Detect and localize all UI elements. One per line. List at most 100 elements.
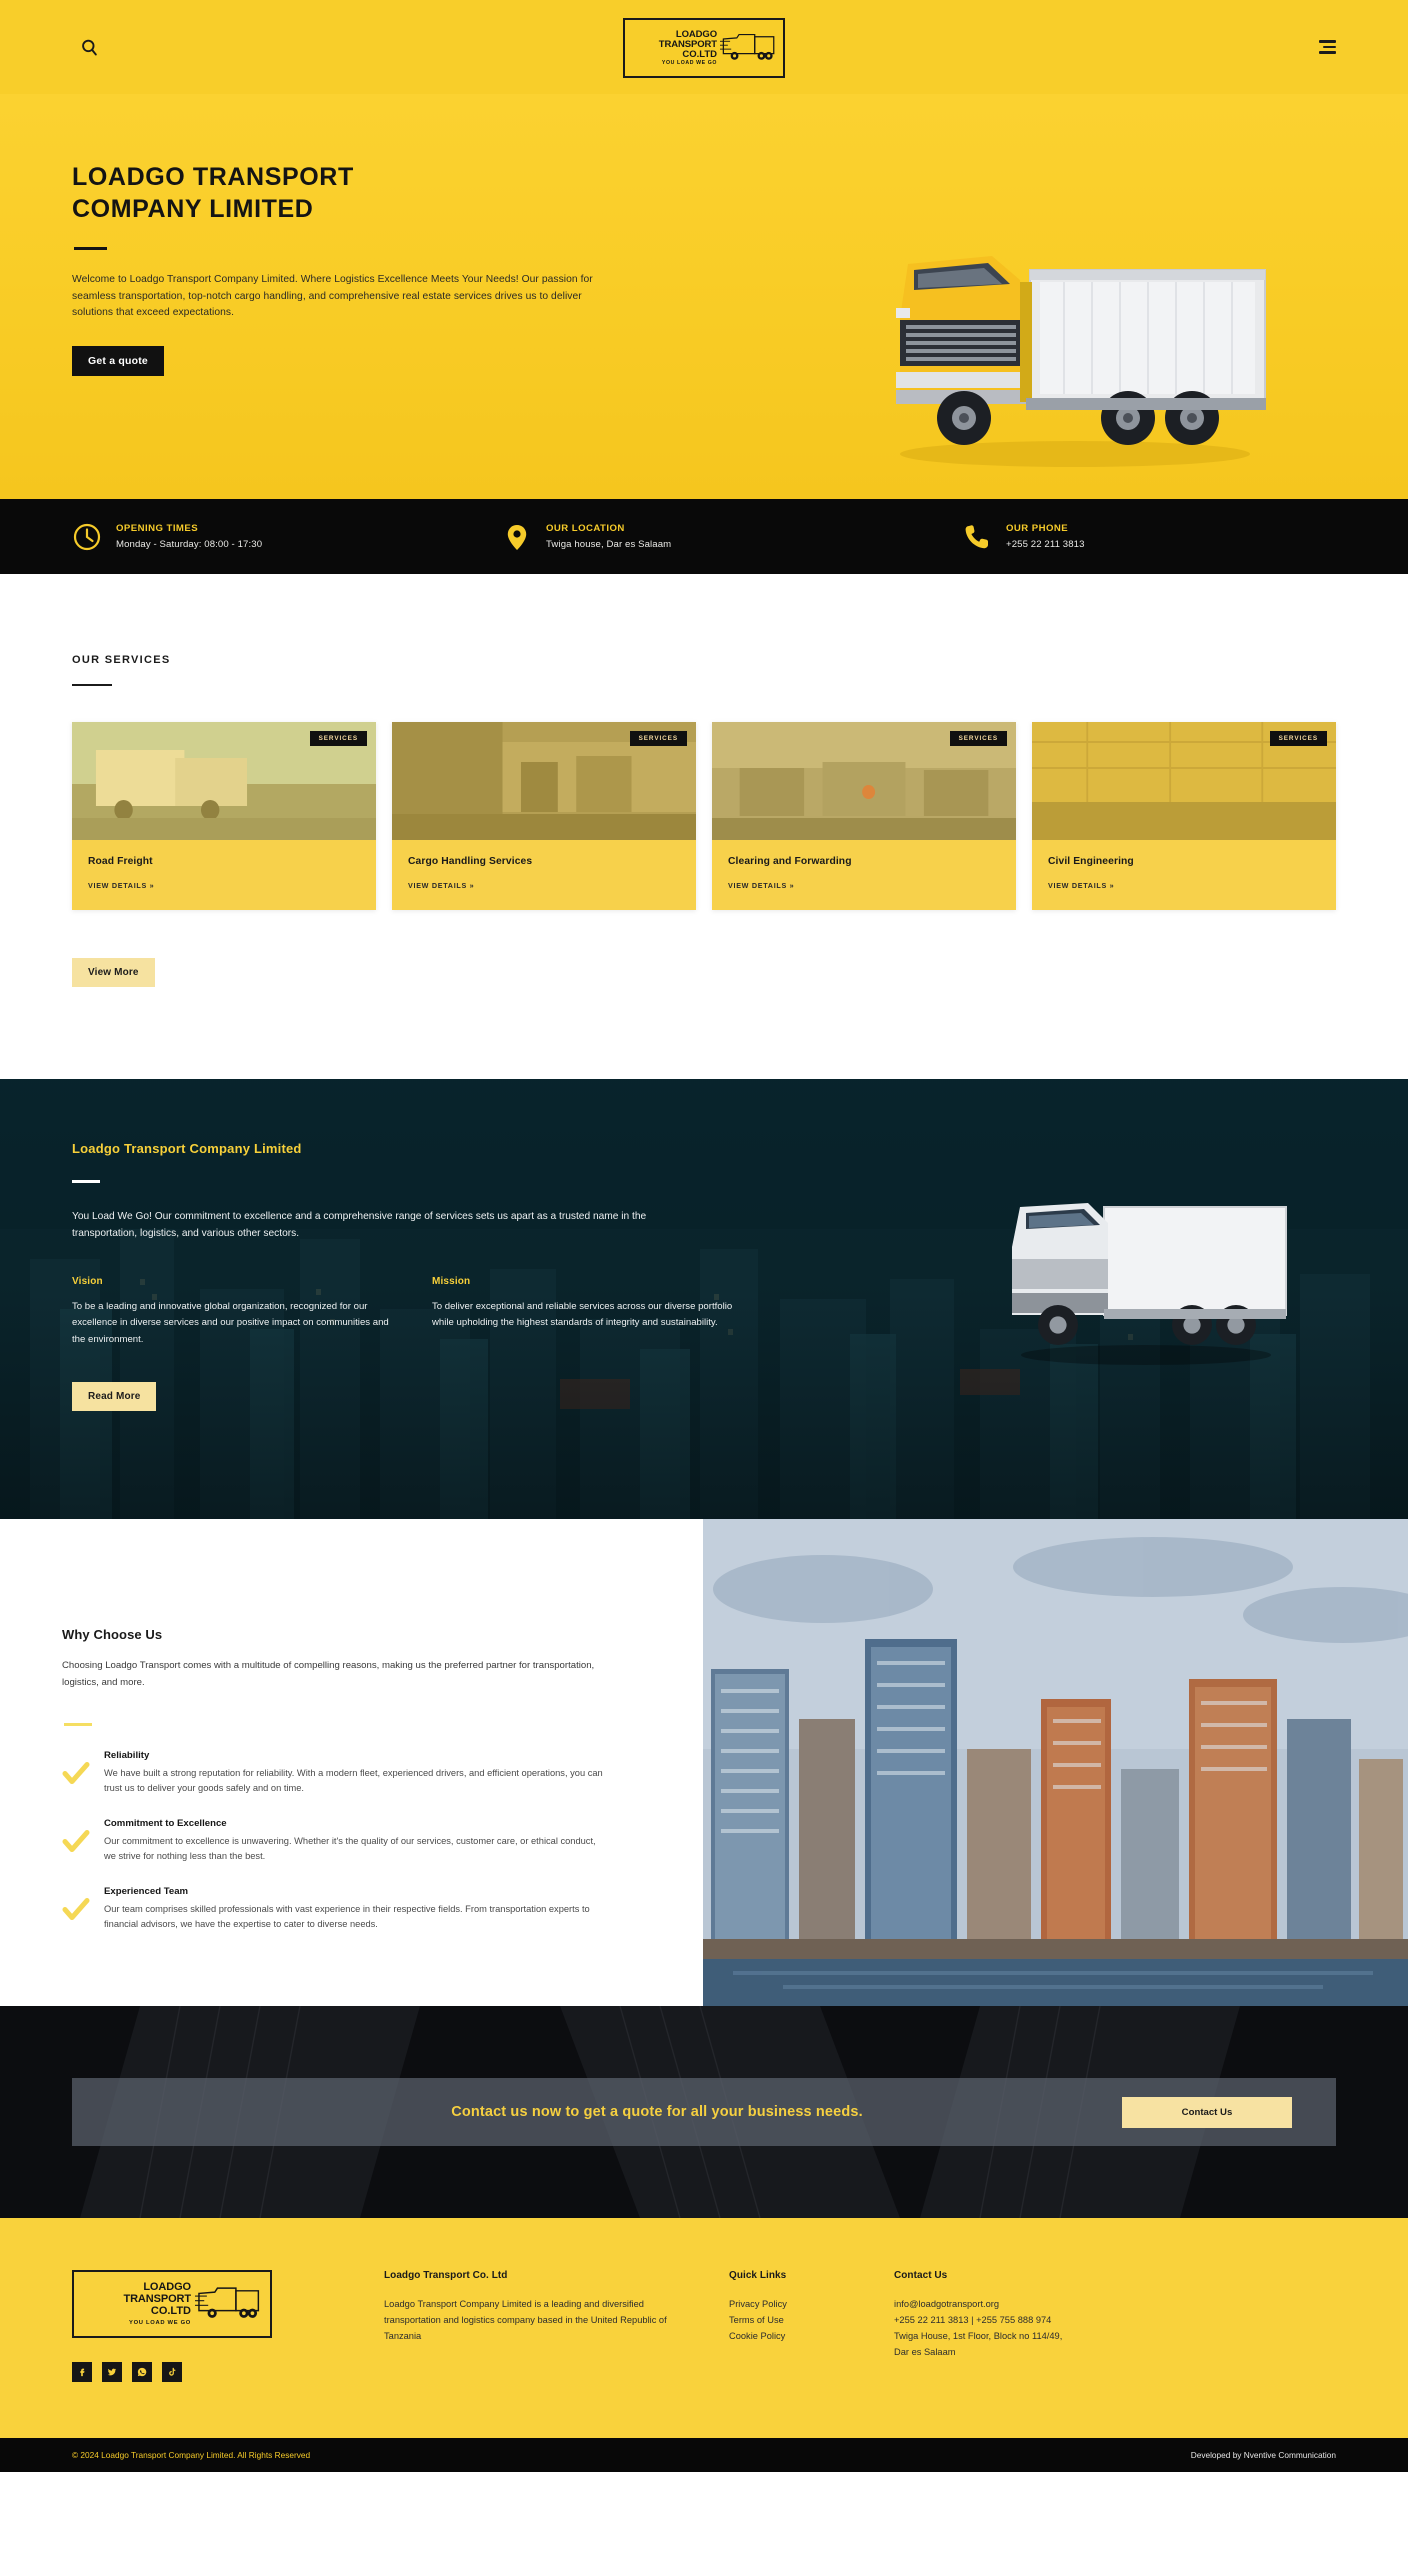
feature-item: Reliability We have built a strong reput… bbox=[62, 1750, 623, 1796]
feature-text: Our team comprises skilled professionals… bbox=[104, 1903, 590, 1929]
services-section: OUR SERVICES SERVICES Road Freight VIEW … bbox=[0, 574, 1408, 1080]
service-title: Road Freight bbox=[88, 856, 153, 868]
service-badge: SERVICES bbox=[309, 731, 367, 747]
social-links bbox=[72, 2362, 384, 2383]
service-card[interactable]: SERVICES Clearing and Forwarding VIEW DE… bbox=[712, 722, 1016, 911]
footer-link-terms-of-use[interactable]: Terms of Use bbox=[729, 2313, 894, 2329]
search-icon[interactable] bbox=[72, 30, 106, 64]
header-logo[interactable]: LOADGO TRANSPORT CO.LTD YOU LOAD WE GO bbox=[623, 18, 785, 78]
info-value: +255 22 211 3813 bbox=[1006, 539, 1085, 550]
read-more-button[interactable]: Read More bbox=[72, 1381, 157, 1411]
services-grid: SERVICES Road Freight VIEW DETAILS » SER… bbox=[72, 722, 1336, 911]
copyright-text: © 2024 Loadgo Transport Company Limited.… bbox=[72, 2450, 311, 2461]
service-image: SERVICES bbox=[712, 722, 1016, 841]
footer-brand: LOADGO TRANSPORT CO.LTD YOU LOAD WE GO bbox=[72, 2270, 384, 2383]
service-card[interactable]: SERVICES Road Freight VIEW DETAILS » bbox=[72, 722, 376, 911]
info-value: Monday - Saturday: 08:00 - 17:30 bbox=[116, 539, 263, 550]
footer-contact-title: Contact Us bbox=[894, 2270, 948, 2282]
twitter-icon[interactable] bbox=[102, 2362, 122, 2383]
footer-about-title: Loadgo Transport Co. Ltd bbox=[384, 2270, 508, 2282]
footer-logo[interactable]: LOADGO TRANSPORT CO.LTD YOU LOAD WE GO bbox=[72, 2270, 272, 2339]
footer-contact-address-line2: Dar es Salaam bbox=[894, 2347, 956, 2358]
mission-title: Mission bbox=[432, 1276, 471, 1288]
info-title: OPENING TIMES bbox=[116, 523, 199, 534]
footer-about-text: Loadgo Transport Company Limited is a le… bbox=[384, 2299, 667, 2342]
view-details-link[interactable]: VIEW DETAILS » bbox=[728, 881, 1000, 890]
about-paragraph: You Load We Go! Our commitment to excell… bbox=[72, 1210, 647, 1239]
feature-text: Our commitment to excellence is unwaveri… bbox=[104, 1835, 596, 1861]
hero-title-line2: COMPANY LIMITED bbox=[72, 194, 314, 223]
why-paragraph: Choosing Loadgo Transport comes with a m… bbox=[62, 1660, 595, 1688]
hero-paragraph: Welcome to Loadgo Transport Company Limi… bbox=[72, 274, 593, 319]
info-our-location: OUR LOCATION Twiga house, Dar es Salaam bbox=[502, 522, 962, 552]
truck-logo-icon bbox=[720, 33, 775, 60]
hamburger-menu-icon[interactable] bbox=[1310, 34, 1336, 60]
footer-links-column: Quick Links Privacy Policy Terms of Use … bbox=[729, 2270, 894, 2382]
footer-links-title: Quick Links bbox=[729, 2270, 787, 2282]
facebook-icon[interactable] bbox=[72, 2362, 92, 2383]
info-our-phone: OUR PHONE +255 22 211 3813 bbox=[962, 522, 1085, 552]
about-heading: Loadgo Transport Company Limited bbox=[72, 1141, 302, 1157]
services-divider bbox=[72, 684, 112, 687]
view-details-link[interactable]: VIEW DETAILS » bbox=[408, 881, 680, 890]
scroll-to-top-icon[interactable] bbox=[1384, 2534, 1398, 2548]
service-badge: SERVICES bbox=[1269, 731, 1327, 747]
info-value: Twiga house, Dar es Salaam bbox=[546, 539, 672, 550]
mission-text: To deliver exceptional and reliable serv… bbox=[432, 1301, 733, 1329]
footer-logo-line1: LOADGO TRANSPORT bbox=[123, 2281, 191, 2306]
service-title: Cargo Handling Services bbox=[408, 856, 533, 868]
page-title: LOADGO TRANSPORT COMPANY LIMITED bbox=[72, 162, 1336, 225]
vision-block: Vision To be a leading and innovative gl… bbox=[72, 1276, 392, 1348]
check-icon bbox=[62, 1761, 90, 1784]
footer-link-cookie-policy[interactable]: Cookie Policy bbox=[729, 2329, 894, 2345]
phone-icon bbox=[965, 524, 988, 548]
footer-contact-address-line1: Twiga House, 1st Floor, Block no 114/49, bbox=[894, 2331, 1063, 2342]
why-choose-us-section: Why Choose Us Choosing Loadgo Transport … bbox=[0, 1519, 1408, 2007]
clock-icon bbox=[73, 523, 101, 550]
vision-title: Vision bbox=[72, 1276, 103, 1288]
site-footer: LOADGO TRANSPORT CO.LTD YOU LOAD WE GO L… bbox=[0, 2218, 1408, 2439]
bottom-bar: © 2024 Loadgo Transport Company Limited.… bbox=[0, 2438, 1408, 2473]
hero-section: LOADGO TRANSPORT COMPANY LIMITED Welcome… bbox=[0, 94, 1408, 499]
get-a-quote-button[interactable]: Get a quote bbox=[72, 346, 164, 377]
footer-contact-phone[interactable]: +255 22 211 3813 | +255 755 888 974 bbox=[894, 2313, 1294, 2329]
whatsapp-icon[interactable] bbox=[132, 2362, 152, 2383]
about-divider bbox=[72, 1180, 100, 1183]
service-card[interactable]: SERVICES Cargo Handling Services VIEW DE… bbox=[392, 722, 696, 911]
hero-title-line1: LOADGO TRANSPORT bbox=[72, 163, 354, 191]
logo-line1: LOADGO TRANSPORT bbox=[658, 28, 717, 50]
footer-contact-email[interactable]: info@loadgotransport.org bbox=[894, 2297, 1294, 2313]
truck-logo-icon bbox=[195, 2287, 260, 2319]
view-more-button[interactable]: View More bbox=[72, 958, 155, 988]
vision-text: To be a leading and innovative global or… bbox=[72, 1301, 389, 1345]
service-title: Civil Engineering bbox=[1048, 856, 1134, 868]
feature-text: We have built a strong reputation for re… bbox=[104, 1767, 603, 1793]
cta-text: Contact us now to get a quote for all yo… bbox=[451, 2104, 863, 2121]
footer-about-column: Loadgo Transport Co. Ltd Loadgo Transpor… bbox=[384, 2270, 729, 2382]
logo-line2: CO.LTD bbox=[682, 48, 717, 60]
service-card[interactable]: SERVICES Civil Engineering VIEW DETAILS … bbox=[1032, 722, 1336, 911]
why-choose-us-image bbox=[703, 1519, 1408, 2007]
check-icon bbox=[62, 1829, 90, 1852]
cta-bar: Contact us now to get a quote for all yo… bbox=[72, 2078, 1336, 2147]
service-title: Clearing and Forwarding bbox=[728, 856, 852, 868]
site-header: LOADGO TRANSPORT CO.LTD YOU LOAD WE GO bbox=[0, 0, 1408, 94]
tiktok-icon[interactable] bbox=[162, 2362, 182, 2383]
footer-link-privacy-policy[interactable]: Privacy Policy bbox=[729, 2297, 894, 2313]
service-image: SERVICES bbox=[72, 722, 376, 841]
footer-logo-line2: CO.LTD bbox=[150, 2305, 191, 2318]
about-section: Loadgo Transport Company Limited You Loa… bbox=[0, 1079, 1408, 1520]
service-image: SERVICES bbox=[1032, 722, 1336, 841]
hero-divider bbox=[74, 247, 107, 250]
view-details-link[interactable]: VIEW DETAILS » bbox=[88, 881, 360, 890]
contact-us-button[interactable]: Contact Us bbox=[1122, 2096, 1292, 2128]
feature-title: Reliability bbox=[104, 1749, 150, 1761]
service-badge: SERVICES bbox=[949, 731, 1007, 747]
feature-title: Commitment to Excellence bbox=[104, 1817, 227, 1829]
check-icon bbox=[62, 1897, 90, 1920]
info-title: OUR LOCATION bbox=[546, 523, 625, 534]
service-badge: SERVICES bbox=[629, 731, 687, 747]
feature-title: Experienced Team bbox=[104, 1885, 189, 1897]
view-details-link[interactable]: VIEW DETAILS » bbox=[1048, 881, 1320, 890]
developer-credit: Developed by Nventive Communication bbox=[1190, 2450, 1336, 2461]
